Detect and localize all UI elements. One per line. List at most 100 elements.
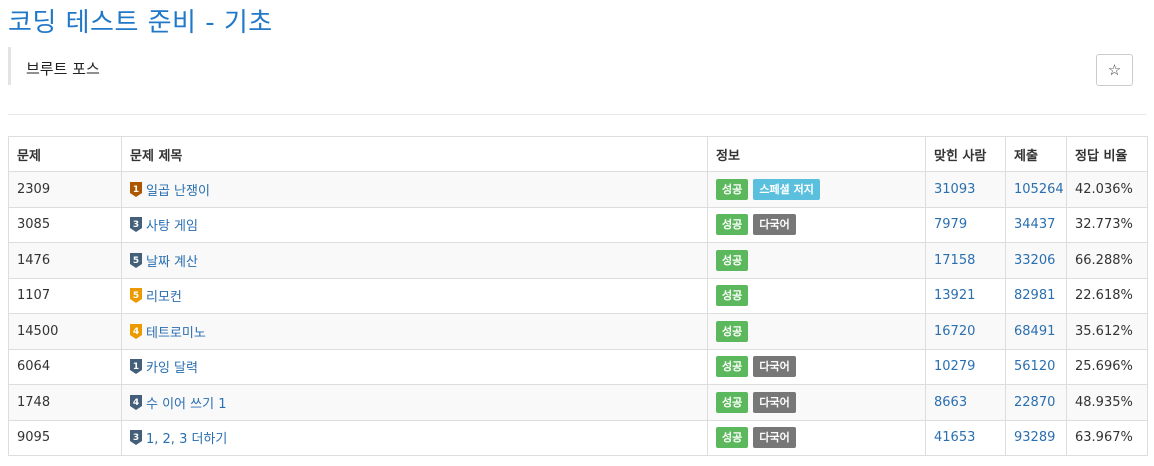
col-header-submissions[interactable]: 제출 xyxy=(1005,136,1067,172)
solvers-cell: 41653 xyxy=(925,419,1006,456)
col-header-id[interactable]: 문제 xyxy=(8,136,122,172)
problem-id-cell: 2309 xyxy=(8,171,122,208)
problem-id-cell: 1748 xyxy=(8,384,122,421)
problem-title-link[interactable]: 날짜 계산 xyxy=(146,251,198,270)
submissions-cell: 22870 xyxy=(1005,384,1067,421)
problem-title-wrap: 5 리모컨 xyxy=(130,286,699,305)
problem-info-cell: 성공 다국어 xyxy=(707,348,926,385)
solvers-link[interactable]: 16720 xyxy=(934,324,975,339)
status-badge: 성공 xyxy=(716,427,749,449)
tier-number: 3 xyxy=(133,433,139,443)
accept-ratio: 66.288% xyxy=(1075,252,1133,268)
solvers-cell: 16720 xyxy=(925,313,1006,350)
ratio-cell: 42.036% xyxy=(1066,171,1148,208)
tier-number: 3 xyxy=(133,220,139,230)
solvers-cell: 13921 xyxy=(925,277,1006,314)
accept-ratio: 42.036% xyxy=(1075,181,1133,197)
tier-badge-icon: 5 xyxy=(130,288,142,304)
problem-title-wrap: 5 날짜 계산 xyxy=(130,251,699,270)
problem-id-cell: 9095 xyxy=(8,419,122,456)
accept-ratio: 22.618% xyxy=(1075,288,1133,304)
page-title: 코딩 테스트 준비 - 기초 xyxy=(8,8,273,38)
solvers-cell: 31093 xyxy=(925,171,1006,208)
problem-title-cell: 5 날짜 계산 xyxy=(121,242,708,279)
problem-title-link[interactable]: 테트로미노 xyxy=(146,322,206,341)
tier-badge-icon: 3 xyxy=(130,217,142,233)
problem-id: 14500 xyxy=(17,323,59,339)
col-header-title[interactable]: 문제 제목 xyxy=(121,136,708,172)
submissions-link[interactable]: 22870 xyxy=(1014,395,1055,410)
table-row: 1476 5 날짜 계산 성공 17158 33206 66.288% xyxy=(8,242,1148,279)
col-header-solvers[interactable]: 맞힌 사람 xyxy=(925,136,1006,172)
star-icon: ☆ xyxy=(1107,62,1122,79)
solvers-link[interactable]: 7979 xyxy=(934,217,967,232)
status-badge: 성공 xyxy=(716,214,749,236)
problem-id-cell: 3085 xyxy=(8,206,122,243)
status-badge: 다국어 xyxy=(753,214,796,236)
solvers-link[interactable]: 31093 xyxy=(934,182,975,197)
accept-ratio: 48.935% xyxy=(1075,394,1133,410)
submissions-link[interactable]: 34437 xyxy=(1014,217,1055,232)
problem-info-cell: 성공 다국어 xyxy=(707,384,926,421)
status-badge: 다국어 xyxy=(753,427,796,449)
problem-title-link[interactable]: 일곱 난쟁이 xyxy=(146,180,210,199)
solvers-link[interactable]: 41653 xyxy=(934,430,975,445)
ratio-cell: 22.618% xyxy=(1066,277,1148,314)
divider xyxy=(8,114,1146,115)
submissions-cell: 82981 xyxy=(1005,277,1067,314)
problem-title-wrap: 4 테트로미노 xyxy=(130,322,699,341)
problem-title-cell: 3 1, 2, 3 더하기 xyxy=(121,419,708,456)
solvers-link[interactable]: 10279 xyxy=(934,359,975,374)
problem-title-link[interactable]: 카잉 달력 xyxy=(146,357,198,376)
solvers-link[interactable]: 17158 xyxy=(934,253,975,268)
table-header-row: 문제 문제 제목 정보 맞힌 사람 제출 정답 비율 xyxy=(8,136,1148,172)
problem-info-cell: 성공 xyxy=(707,242,926,279)
table-row: 14500 4 테트로미노 성공 16720 68491 35.612% xyxy=(8,313,1148,350)
accept-ratio: 25.696% xyxy=(1075,359,1133,375)
problem-title-link[interactable]: 사탕 게임 xyxy=(146,215,198,234)
ratio-cell: 32.773% xyxy=(1066,206,1148,243)
problem-info-cell: 성공 다국어 xyxy=(707,206,926,243)
status-badge: 스페셜 저지 xyxy=(753,178,820,200)
ratio-cell: 63.967% xyxy=(1066,419,1148,456)
section-title: 브루트 포스 xyxy=(26,60,100,78)
accept-ratio: 63.967% xyxy=(1075,430,1133,446)
problem-info-cell: 성공 xyxy=(707,313,926,350)
submissions-link[interactable]: 93289 xyxy=(1014,430,1055,445)
problem-title-link[interactable]: 수 이어 쓰기 1 xyxy=(146,393,226,412)
tier-number: 5 xyxy=(133,291,139,301)
table-row: 6064 1 카잉 달력 성공 다국어 10279 56120 25.696% xyxy=(8,348,1148,385)
submissions-link[interactable]: 68491 xyxy=(1014,324,1055,339)
status-badge: 성공 xyxy=(716,178,749,200)
solvers-link[interactable]: 13921 xyxy=(934,288,975,303)
col-header-ratio[interactable]: 정답 비율 xyxy=(1066,136,1148,172)
tier-badge-icon: 3 xyxy=(130,430,142,446)
status-badge: 성공 xyxy=(716,249,749,271)
ratio-cell: 35.612% xyxy=(1066,313,1148,350)
submissions-link[interactable]: 56120 xyxy=(1014,359,1055,374)
ratio-cell: 25.696% xyxy=(1066,348,1148,385)
tier-badge-icon: 1 xyxy=(130,359,142,375)
problem-title-wrap: 3 사탕 게임 xyxy=(130,215,699,234)
submissions-cell: 68491 xyxy=(1005,313,1067,350)
problem-title-cell: 3 사탕 게임 xyxy=(121,206,708,243)
problem-id: 3085 xyxy=(17,217,51,233)
tier-number: 1 xyxy=(133,185,139,195)
problem-id-cell: 1476 xyxy=(8,242,122,279)
submissions-link[interactable]: 105264 xyxy=(1014,182,1064,197)
status-badge: 성공 xyxy=(716,391,749,413)
tier-number: 4 xyxy=(133,398,139,408)
solvers-link[interactable]: 8663 xyxy=(934,395,967,410)
problem-title-wrap: 1 일곱 난쟁이 xyxy=(130,180,699,199)
submissions-link[interactable]: 82981 xyxy=(1014,288,1055,303)
problem-title-cell: 1 일곱 난쟁이 xyxy=(121,171,708,208)
tier-badge-icon: 4 xyxy=(130,394,142,410)
star-button[interactable]: ☆ xyxy=(1096,54,1133,86)
problem-info-cell: 성공 xyxy=(707,277,926,314)
problem-title-link[interactable]: 리모컨 xyxy=(146,286,182,305)
submissions-link[interactable]: 33206 xyxy=(1014,253,1055,268)
problem-title-wrap: 1 카잉 달력 xyxy=(130,357,699,376)
ratio-cell: 66.288% xyxy=(1066,242,1148,279)
col-header-info[interactable]: 정보 xyxy=(707,136,926,172)
problem-title-link[interactable]: 1, 2, 3 더하기 xyxy=(146,428,227,447)
